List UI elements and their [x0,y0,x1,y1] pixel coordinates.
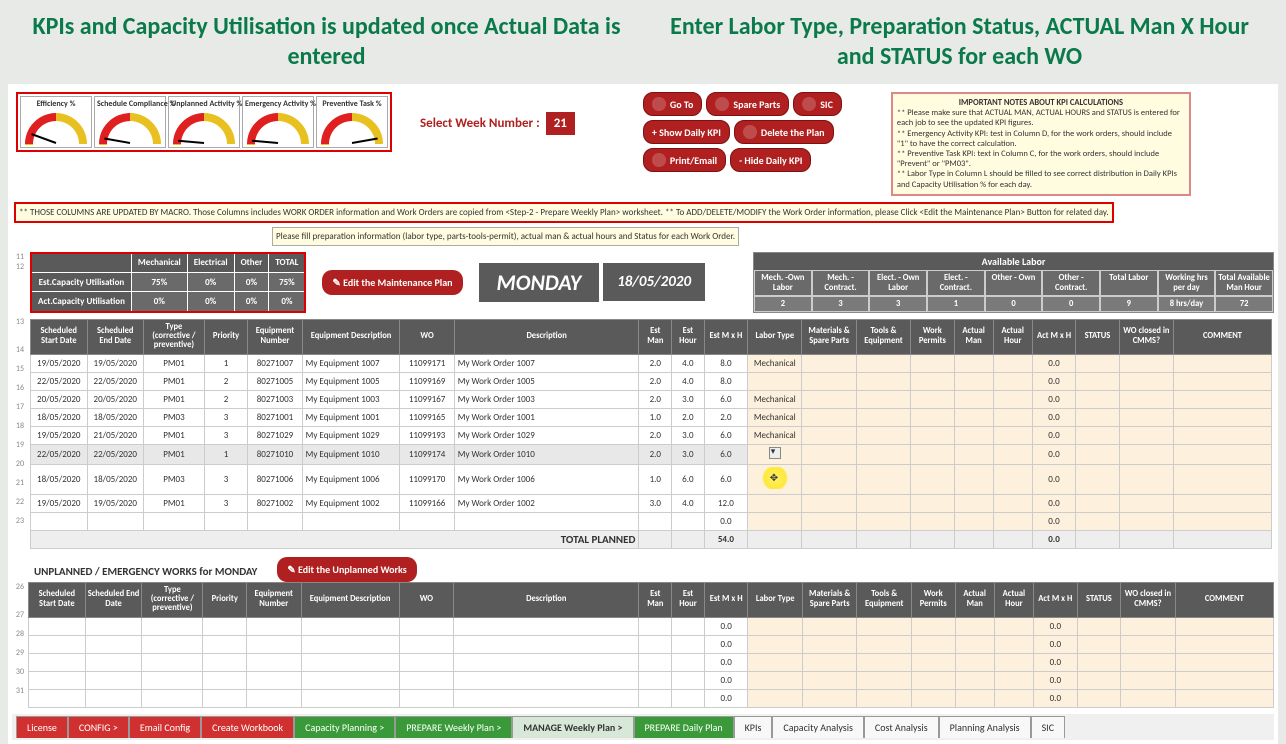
tab-capacity-planning--[interactable]: Capacity Planning > [294,716,395,738]
fill-note: Please fill preparation information (lab… [272,227,739,246]
edit-unplanned-works-button[interactable]: ✎ Edit the Unplanned Works [277,557,416,582]
tab-config--[interactable]: CONFIG > [68,716,129,738]
total-planned-value: 54.0 [704,530,747,548]
goto-button[interactable]: Go To [643,92,702,116]
sheet-tabs: LicenseCONFIG >Email ConfigCreate Workbo… [12,714,1274,740]
table-row[interactable]: 0.00.0 [29,635,1274,653]
table-row[interactable]: 22/05/202022/05/2020PM01280271005My Equi… [31,372,1272,390]
action-buttons: Go To Spare Parts SIC + Show Daily KPI D… [643,92,883,172]
print-email-button[interactable]: Print/Email [643,148,726,172]
delete-plan-button[interactable]: Delete the Plan [734,120,834,144]
tab-kpis[interactable]: KPIs [734,716,773,738]
notes-title: IMPORTANT NOTES ABOUT KPI CALCULATIONS [897,98,1185,108]
table-row[interactable]: 0.00.0 [29,689,1274,707]
title-left: KPIs and Capacity Utilisation is updated… [30,12,623,72]
tab-capacity-analysis[interactable]: Capacity Analysis [772,716,864,738]
tab-license[interactable]: License [16,716,68,738]
cursor-icon: ✥ [770,471,778,484]
gauge-3: Emergency Activity % [242,96,314,148]
available-labor: Available Labor Mech. -Own LaborMech. - … [753,252,1274,313]
table-row[interactable]: 19/05/202021/05/2020PM01380271029My Equi… [31,426,1272,444]
tab-create-workbook[interactable]: Create Workbook [201,716,294,738]
select-week-label: Select Week Number : [420,116,540,131]
available-labor-title: Available Labor [754,253,1273,270]
day-date: 18/05/2020 [603,263,705,301]
total-planned-label: TOTAL PLANNED [31,530,639,548]
table-row[interactable]: 0.00.0 [29,653,1274,671]
gauge-1: Schedule Compliance % [94,96,166,148]
work-order-grid[interactable]: Scheduled Start DateScheduled End DateTy… [30,319,1272,549]
tab-manage-weekly-plan--[interactable]: MANAGE Weekly Plan > [512,716,633,738]
search-icon [652,97,666,111]
table-row[interactable]: 0.00.0 [29,671,1274,689]
tab-planning-analysis[interactable]: Planning Analysis [939,716,1031,738]
table-row[interactable]: 19/05/202019/05/2020PM01180271007My Equi… [31,354,1272,372]
gear-icon [715,97,729,111]
gauge-0: Efficiency % [20,96,92,148]
unplanned-grid[interactable]: Scheduled Start DateScheduled End DateTy… [28,582,1274,708]
list-icon [802,97,816,111]
hide-kpi-button[interactable]: - Hide Daily KPI [730,148,811,172]
gauge-4: Preventive Task % [316,96,388,148]
print-icon [652,153,666,167]
tab-sic[interactable]: SIC [1031,716,1065,738]
row-num: 1112 [12,252,26,313]
table-row[interactable]: 18/05/202018/05/2020PM03380271006My Equi… [31,464,1272,494]
edit-maintenance-plan-button[interactable]: ✎ Edit the Maintenance Plan [322,270,462,295]
table-row[interactable]: 20/05/202020/05/2020PM01280271003My Equi… [31,390,1272,408]
table-row[interactable]: 0.00.0 [29,617,1274,635]
table-row[interactable]: 18/05/202018/05/2020PM03380271001My Equi… [31,408,1272,426]
macro-note: ** THOSE COLUMNS ARE UPDATED BY MACRO. T… [14,202,1114,223]
table-row[interactable]: 19/05/202019/05/2020PM01380271002My Equi… [31,494,1272,512]
dropdown-icon[interactable] [769,447,781,459]
spare-parts-button[interactable]: Spare Parts [706,92,789,116]
trash-icon [743,125,757,139]
sic-button[interactable]: SIC [793,92,842,116]
tab-email-config[interactable]: Email Config [129,716,201,738]
capacity-table: MechanicalElectricalOtherTOTAL Est.Capac… [30,252,306,313]
worksheet: Efficiency %Schedule Compliance %Unplann… [8,84,1278,744]
table-row[interactable]: 0.00.0 [31,512,1272,530]
unplanned-section-title: UNPLANNED / EMERGENCY WORKS for MONDAY [34,565,257,578]
gauge-2: Unplanned Activity % [168,96,240,148]
table-row[interactable]: 22/05/202022/05/2020PM01180271010My Equi… [31,444,1272,464]
tab-prepare-daily-plan[interactable]: PREPARE Daily Plan [634,716,734,738]
show-kpi-button[interactable]: + Show Daily KPI [643,120,730,144]
kpi-notes: IMPORTANT NOTES ABOUT KPI CALCULATIONS *… [891,92,1191,196]
tab-prepare-weekly-plan--[interactable]: PREPARE Weekly Plan > [395,716,512,738]
title-right: Enter Labor Type, Preparation Status, AC… [663,12,1256,72]
kpi-gauges: Efficiency %Schedule Compliance %Unplann… [16,92,392,152]
week-number[interactable]: 21 [546,112,575,135]
day-title: MONDAY [479,263,600,302]
tab-cost-analysis[interactable]: Cost Analysis [864,716,939,738]
total-act-value: 0.0 [1032,530,1075,548]
